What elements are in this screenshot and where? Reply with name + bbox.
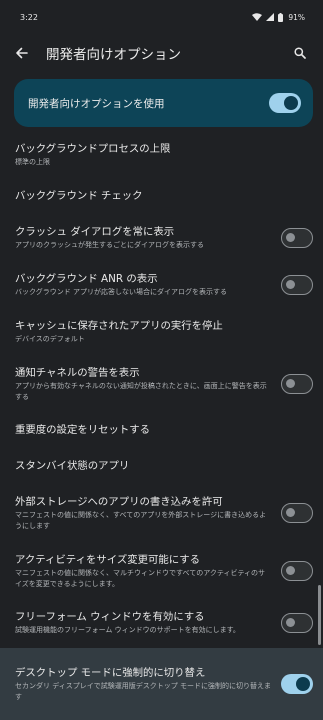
desktop-mode-toggle[interactable] xyxy=(281,674,313,694)
external-storage-toggle[interactable] xyxy=(281,503,313,523)
crash-dialog-toggle[interactable] xyxy=(281,228,313,248)
setting-background-process-limit[interactable]: バックグラウンドプロセスの上限標準の上限 xyxy=(0,138,323,172)
setting-title: バックグラウンド チェック xyxy=(15,190,143,202)
setting-reset-shortcut-rate-limiting[interactable]: 重要度の設定をリセットする xyxy=(0,414,323,446)
master-switch-label: 開発者向けオプションを使用 xyxy=(28,97,165,110)
page-title: 開発者向けオプション xyxy=(46,47,181,63)
setting-title: バックグラウンド ANR の表示 xyxy=(15,273,158,286)
status-time: 3:22 xyxy=(20,12,38,22)
setting-suspend-cached-apps[interactable]: キャッシュに保存されたアプリの実行を停止デバイスのデフォルト xyxy=(0,314,323,350)
arrow-left-icon xyxy=(15,47,28,59)
setting-title: 重要度の設定をリセットする xyxy=(15,424,151,436)
setting-title: バックグラウンドプロセスの上限 xyxy=(15,143,171,156)
setting-standby-apps[interactable]: スタンバイ状態のアプリ xyxy=(0,450,323,482)
wifi-icon xyxy=(252,13,263,21)
search-icon xyxy=(294,47,306,59)
setting-title: スタンバイ状態のアプリ xyxy=(15,460,130,472)
master-toggle[interactable] xyxy=(269,93,301,113)
battery-percent: 91% xyxy=(288,12,305,22)
developer-options-master-switch[interactable]: 開発者向けオプションを使用 xyxy=(14,79,313,127)
freeform-windows-toggle[interactable] xyxy=(281,613,313,633)
setting-force-desktop-mode[interactable]: デスクトップ モードに強制的に切り替えセカンダリ ディスプレイで試験運用版デスク… xyxy=(0,648,323,720)
toggle-knob xyxy=(286,508,295,517)
signal-icon xyxy=(266,13,275,21)
setting-notification-channel-warnings[interactable]: 通知チャネルの警告を表示アプリから有効なチャネルのない通知が投稿されたときに、画… xyxy=(0,362,323,406)
app-bar: 開発者向けオプション xyxy=(0,34,323,72)
setting-subtitle: マニフェストの値に関係なく、すべてのアプリを外部ストレージに書き込めるようにしま… xyxy=(15,511,267,530)
toggle-knob xyxy=(296,677,310,691)
status-icons: 91% xyxy=(252,12,305,22)
toggle-knob xyxy=(286,566,295,575)
toggle-knob xyxy=(284,96,298,110)
setting-subtitle: セカンダリ ディスプレイで試験運用版デスクトップ モードに強制的に切り替えます xyxy=(15,682,271,701)
resizable-activities-toggle[interactable] xyxy=(281,561,313,581)
setting-subtitle: バックグラウンド アプリが応答しない場合にダイアログを表示する xyxy=(15,288,227,297)
setting-subtitle: 試験運用機能のフリーフォーム ウィンドウのサポートを有効にします。 xyxy=(15,626,240,635)
toggle-knob xyxy=(286,280,295,289)
setting-subtitle: マニフェストの値に関係なく、マルチウィンドウですべてのアクティビティのサイズを変… xyxy=(15,569,266,588)
setting-background-check[interactable]: バックグラウンド チェック xyxy=(0,179,323,213)
search-button[interactable] xyxy=(289,42,311,64)
setting-show-crash-dialog[interactable]: クラッシュ ダイアログを常に表示アプリのクラッシュが発生するごとにダイアログを表… xyxy=(0,220,323,256)
setting-force-resizable-activities[interactable]: アクティビティをサイズ変更可能にするマニフェストの値に関係なく、マルチウィンドウ… xyxy=(0,548,323,594)
scrollbar[interactable] xyxy=(318,585,321,645)
toggle-knob xyxy=(286,233,295,242)
setting-subtitle: アプリから有効なチャネルのない通知が投稿されたときに、画面上に警告を表示する xyxy=(15,382,267,401)
setting-title: キャッシュに保存されたアプリの実行を停止 xyxy=(15,320,223,333)
setting-title: 通知チャネルの警告を表示 xyxy=(15,367,140,379)
setting-subtitle: デバイスのデフォルト xyxy=(15,335,85,344)
setting-title: デスクトップ モードに強制的に切り替え xyxy=(15,667,206,679)
status-bar: 3:22 91% xyxy=(0,0,323,34)
background-anr-toggle[interactable] xyxy=(281,275,313,295)
setting-background-anr[interactable]: バックグラウンド ANR の表示バックグラウンド アプリが応答しない場合にダイア… xyxy=(0,267,323,303)
setting-enable-freeform-windows[interactable]: フリーフォーム ウィンドウを有効にする試験運用機能のフリーフォーム ウィンドウの… xyxy=(0,603,323,643)
toggle-knob xyxy=(286,379,295,388)
back-button[interactable] xyxy=(10,42,32,64)
setting-subtitle: アプリのクラッシュが発生するごとにダイアログを表示する xyxy=(15,241,204,250)
setting-title: フリーフォーム ウィンドウを有効にする xyxy=(15,611,205,624)
setting-subtitle: 標準の上限 xyxy=(15,158,50,167)
setting-force-allow-external-storage[interactable]: 外部ストレージへのアプリの書き込みを許可マニフェストの値に関係なく、すべてのアプ… xyxy=(0,490,323,536)
toggle-knob xyxy=(286,618,295,627)
setting-title: クラッシュ ダイアログを常に表示 xyxy=(15,226,175,239)
battery-icon xyxy=(278,12,284,22)
setting-title: 外部ストレージへのアプリの書き込みを許可 xyxy=(15,496,223,508)
notification-warnings-toggle[interactable] xyxy=(281,374,313,394)
setting-title: アクティビティをサイズ変更可能にする xyxy=(15,554,201,566)
